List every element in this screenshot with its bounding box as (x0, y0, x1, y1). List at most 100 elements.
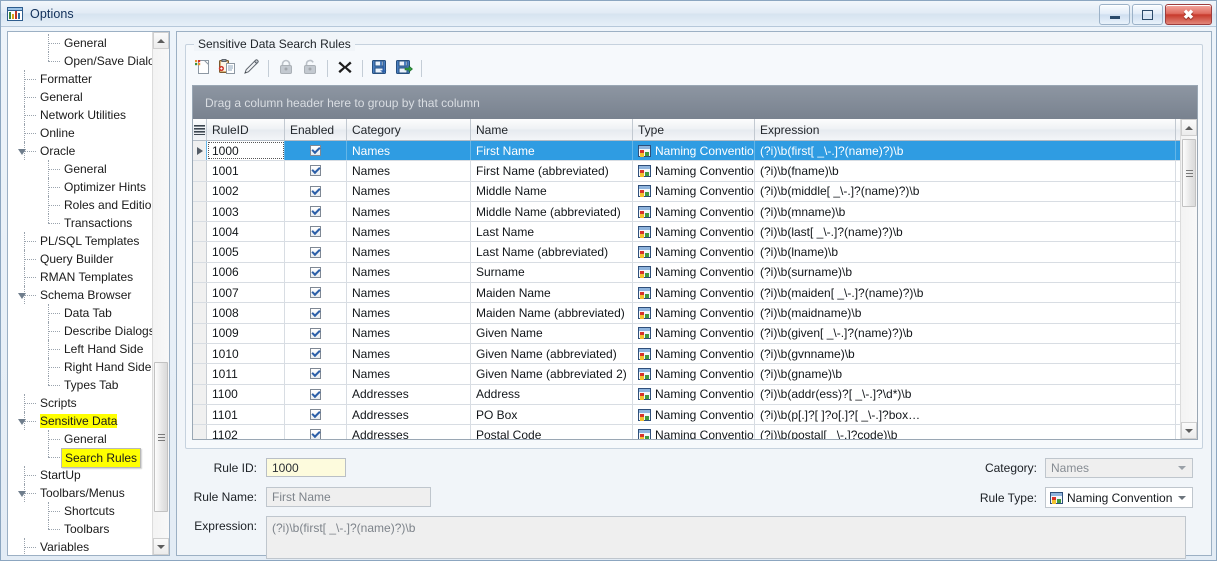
table-row[interactable]: 1000 Names First Name Naming Convention (?i)… (193, 141, 1197, 162)
grid-scroll-thumb[interactable] (1182, 139, 1196, 207)
cell-type[interactable]: Naming Convention (633, 141, 755, 161)
cell-category[interactable]: Names (347, 181, 471, 201)
enabled-checkbox[interactable] (310, 429, 321, 439)
grid-header-name[interactable]: Name (471, 119, 633, 140)
cell-category[interactable]: Addresses (347, 404, 471, 425)
edit-rule-button[interactable] (240, 57, 262, 79)
sidebar-item-right-hand-side[interactable]: Right Hand Side (8, 358, 153, 376)
row-indicator[interactable] (193, 262, 207, 283)
cell-category[interactable]: Names (347, 201, 471, 222)
row-indicator[interactable] (193, 161, 207, 181)
sidebar-item-pl-sql-templates[interactable]: PL/SQL Templates (8, 232, 153, 250)
row-indicator[interactable] (193, 404, 207, 425)
cell-ruleid[interactable]: 1010 (207, 343, 285, 364)
cell-name[interactable]: Postal Code (471, 425, 633, 439)
cell-type[interactable]: Naming Convention (633, 262, 755, 283)
sidebar-item-roles-and-editions[interactable]: Roles and Editions (8, 196, 164, 214)
cell-category[interactable]: Names (347, 222, 471, 242)
grid-select-all-header[interactable] (193, 119, 207, 140)
cell-category[interactable]: Names (347, 141, 471, 161)
cell-expression[interactable]: (?i)\b(maidname)\b (755, 303, 1176, 323)
row-indicator[interactable] (193, 425, 207, 439)
table-row[interactable]: 1101 Addresses PO Box Naming Convention (?i)… (193, 404, 1197, 426)
sidebar-item-rman-templates[interactable]: RMAN Templates (8, 268, 153, 286)
table-row[interactable]: 1011 Names Given Name (abbreviated 2) Namin… (193, 364, 1197, 385)
cell-type[interactable]: Naming Convention (633, 181, 755, 201)
sidebar-item-general[interactable]: General (8, 34, 153, 52)
table-row[interactable]: 1002 Names Middle Name Naming Convention (?i… (193, 181, 1197, 202)
cell-expression[interactable]: (?i)\b(gvnname)\b (755, 343, 1176, 364)
cell-category[interactable]: Names (347, 364, 471, 384)
cell-ruleid[interactable]: 1102 (207, 425, 285, 439)
cell-ruleid[interactable]: 1007 (207, 283, 285, 303)
grid-header-ruleid[interactable]: RuleID (207, 119, 285, 140)
rule-name-field[interactable]: First Name (266, 487, 431, 507)
tree-expander-icon[interactable] (18, 419, 26, 428)
cell-expression[interactable]: (?i)\b(surname)\b (755, 262, 1176, 283)
grid-scroll-down-button[interactable] (1181, 422, 1197, 439)
cell-name[interactable]: Middle Name (abbreviated) (471, 201, 633, 222)
sidebar-item-describe-dialogs[interactable]: Describe Dialogs (8, 322, 155, 340)
cell-type[interactable]: Naming Convention (633, 364, 755, 384)
cell-expression[interactable]: (?i)\b(maiden[ _\-.]?(name)?)\b (755, 283, 1176, 303)
cell-name[interactable]: Last Name (abbreviated) (471, 242, 633, 262)
sidebar-item-scripts[interactable]: Scripts (8, 394, 153, 412)
enabled-checkbox[interactable] (310, 307, 321, 319)
row-indicator[interactable] (193, 384, 207, 404)
cell-enabled[interactable] (285, 181, 347, 201)
unlock-rule-button[interactable] (299, 57, 321, 79)
cell-ruleid[interactable]: 1006 (207, 262, 285, 283)
tree-scroll-thumb[interactable] (154, 362, 168, 512)
sidebar-item-formatter[interactable]: Formatter (8, 70, 153, 88)
cell-enabled[interactable] (285, 364, 347, 384)
cell-category[interactable]: Names (347, 161, 471, 181)
cell-expression[interactable]: (?i)\b(postal[ _\-.]?code)\b (755, 425, 1176, 439)
cell-enabled[interactable] (285, 141, 347, 161)
sidebar-item-data-tab[interactable]: Data Tab (8, 304, 153, 322)
sidebar-item-online[interactable]: Online (8, 124, 153, 142)
cell-ruleid[interactable]: 1003 (207, 201, 285, 222)
rule-type-select[interactable]: Naming Convention (1045, 487, 1193, 508)
enabled-checkbox[interactable] (310, 287, 321, 299)
enabled-checkbox[interactable] (310, 206, 321, 218)
enabled-checkbox[interactable] (310, 266, 321, 278)
row-indicator[interactable] (193, 303, 207, 323)
cell-enabled[interactable] (285, 283, 347, 303)
table-row[interactable]: 1009 Names Given Name Naming Convention (?i)… (193, 323, 1197, 344)
cell-enabled[interactable] (285, 262, 347, 283)
sidebar-item-query-builder[interactable]: Query Builder (8, 250, 153, 268)
cell-category[interactable]: Names (347, 242, 471, 262)
cell-expression[interactable]: (?i)\b(addr(ess)?[ _\-.]?\d*)\b (755, 384, 1176, 404)
enabled-checkbox[interactable] (310, 246, 321, 258)
cell-ruleid[interactable]: 1008 (207, 303, 285, 323)
cell-name[interactable]: Surname (471, 262, 633, 283)
cell-ruleid[interactable]: 1101 (207, 404, 285, 425)
cell-type[interactable]: Naming Convention (633, 384, 755, 404)
enabled-checkbox[interactable] (310, 327, 321, 339)
sidebar-item-network-utilities[interactable]: Network Utilities (8, 106, 153, 124)
restore-button[interactable] (1132, 4, 1163, 25)
sidebar-item-open-save-dialogs[interactable]: Open/Save Dialogs (8, 52, 167, 70)
cell-expression[interactable]: (?i)\b(lname)\b (755, 242, 1176, 262)
sidebar-item-oracle[interactable]: Oracle (8, 142, 153, 160)
row-indicator[interactable] (193, 201, 207, 222)
sidebar-item-types-tab[interactable]: Types Tab (8, 376, 153, 394)
tree-scroll-up-button[interactable] (153, 32, 169, 49)
tree-expander-icon[interactable] (18, 293, 26, 302)
row-indicator[interactable] (193, 222, 207, 242)
row-indicator[interactable] (193, 343, 207, 364)
sidebar-item-sensitive-data[interactable]: Sensitive Data (8, 412, 153, 430)
grid-header-category[interactable]: Category (347, 119, 471, 140)
row-indicator[interactable] (193, 283, 207, 303)
enabled-checkbox[interactable] (310, 226, 321, 238)
cell-expression[interactable]: (?i)\b(p[.]?[ ]?o[.]?[ _\-.]?box… (755, 404, 1176, 425)
cell-name[interactable]: Middle Name (471, 181, 633, 201)
cell-expression[interactable]: (?i)\b(mname)\b (755, 201, 1176, 222)
cell-ruleid[interactable]: 1002 (207, 181, 285, 201)
enabled-checkbox[interactable] (310, 388, 321, 400)
sidebar-item-shortcuts[interactable]: Shortcuts (8, 502, 153, 520)
cell-name[interactable]: First Name (471, 141, 633, 161)
row-indicator[interactable] (193, 364, 207, 384)
cell-category[interactable]: Names (347, 262, 471, 283)
tree-scrollbar[interactable] (152, 32, 169, 555)
